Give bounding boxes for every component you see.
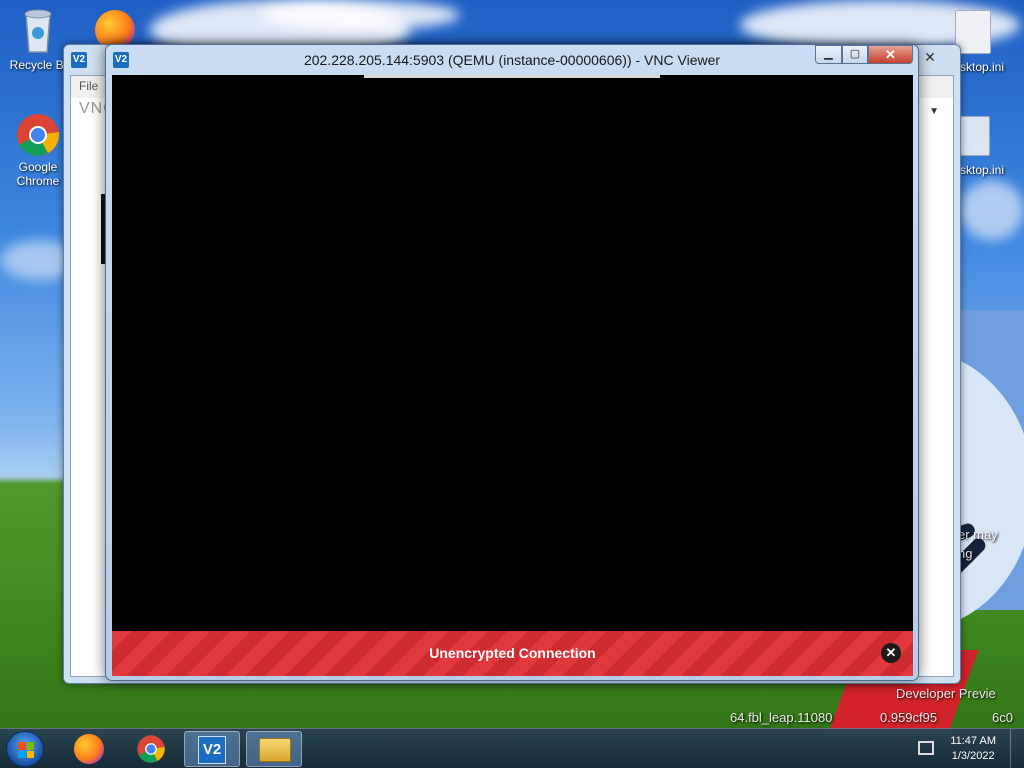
toolbar-handle[interactable]: [364, 75, 660, 78]
desktop-icon-label: sktop.ini: [960, 163, 1005, 177]
clock[interactable]: 11:47 AM 1/3/2022: [950, 734, 996, 764]
minimize-button[interactable]: ▁: [815, 45, 842, 64]
title-bar[interactable]: V2 202.228.205.144:5903 (QEMU (instance-…: [106, 45, 918, 75]
taskbar-file-explorer[interactable]: [246, 731, 302, 767]
desktop: Recycle Bi Google Chrome sktop.ini sktop…: [0, 0, 1024, 768]
chrome-icon: [137, 735, 165, 763]
vnc-viewer-icon: V2: [198, 736, 226, 764]
taskbar: V2 11:47 AM 1/3/2022: [0, 728, 1024, 768]
chrome-icon: [17, 114, 60, 156]
watermark-line: 64.fbl_leap.11080: [730, 710, 833, 725]
watermark-line: er may: [958, 527, 998, 542]
desktop-icon-label: sktop.ini: [960, 60, 1005, 74]
watermark-line: 6c0: [992, 710, 1013, 725]
show-desktop-button[interactable]: [1010, 729, 1024, 768]
remote-screen[interactable]: [112, 75, 913, 647]
maximize-button[interactable]: ▢: [842, 45, 868, 64]
dismiss-warning-button[interactable]: ✕: [881, 643, 901, 663]
taskbar-vnc-viewer[interactable]: V2: [184, 731, 240, 767]
watermark-line: Developer Previe: [896, 686, 996, 701]
vnc-app-icon: V2: [71, 52, 87, 68]
menu-file[interactable]: File: [79, 79, 98, 93]
cloud: [960, 180, 1024, 240]
warning-text: Unencrypted Connection: [429, 645, 596, 661]
firefox-icon: [74, 734, 104, 764]
clock-date: 1/3/2022: [951, 750, 995, 762]
watermark-line: 0.959cf95: [880, 710, 938, 725]
file-explorer-icon: [259, 738, 291, 762]
start-button[interactable]: [6, 731, 44, 767]
vnc-viewer-window[interactable]: V2 202.228.205.144:5903 (QEMU (instance-…: [105, 44, 919, 681]
taskbar-chrome[interactable]: [123, 731, 179, 767]
desktop-icon-label: Recycle Bi: [9, 58, 67, 72]
file-icon[interactable]: [960, 116, 990, 156]
chevron-down-icon[interactable]: ▼: [929, 106, 939, 117]
network-icon[interactable]: [918, 741, 934, 755]
clock-time: 11:47 AM: [950, 735, 996, 747]
recycle-bin-icon: [24, 9, 52, 53]
desktop-icon-label: Google Chrome: [16, 160, 60, 188]
close-button[interactable]: ✕: [868, 45, 913, 64]
windows-logo-icon: [18, 742, 34, 758]
cloud: [260, 0, 460, 30]
unencrypted-warning-bar: Unencrypted Connection ✕: [112, 631, 913, 676]
window-title: 202.228.205.144:5903 (QEMU (instance-000…: [303, 52, 721, 68]
taskbar-firefox[interactable]: [61, 731, 117, 767]
